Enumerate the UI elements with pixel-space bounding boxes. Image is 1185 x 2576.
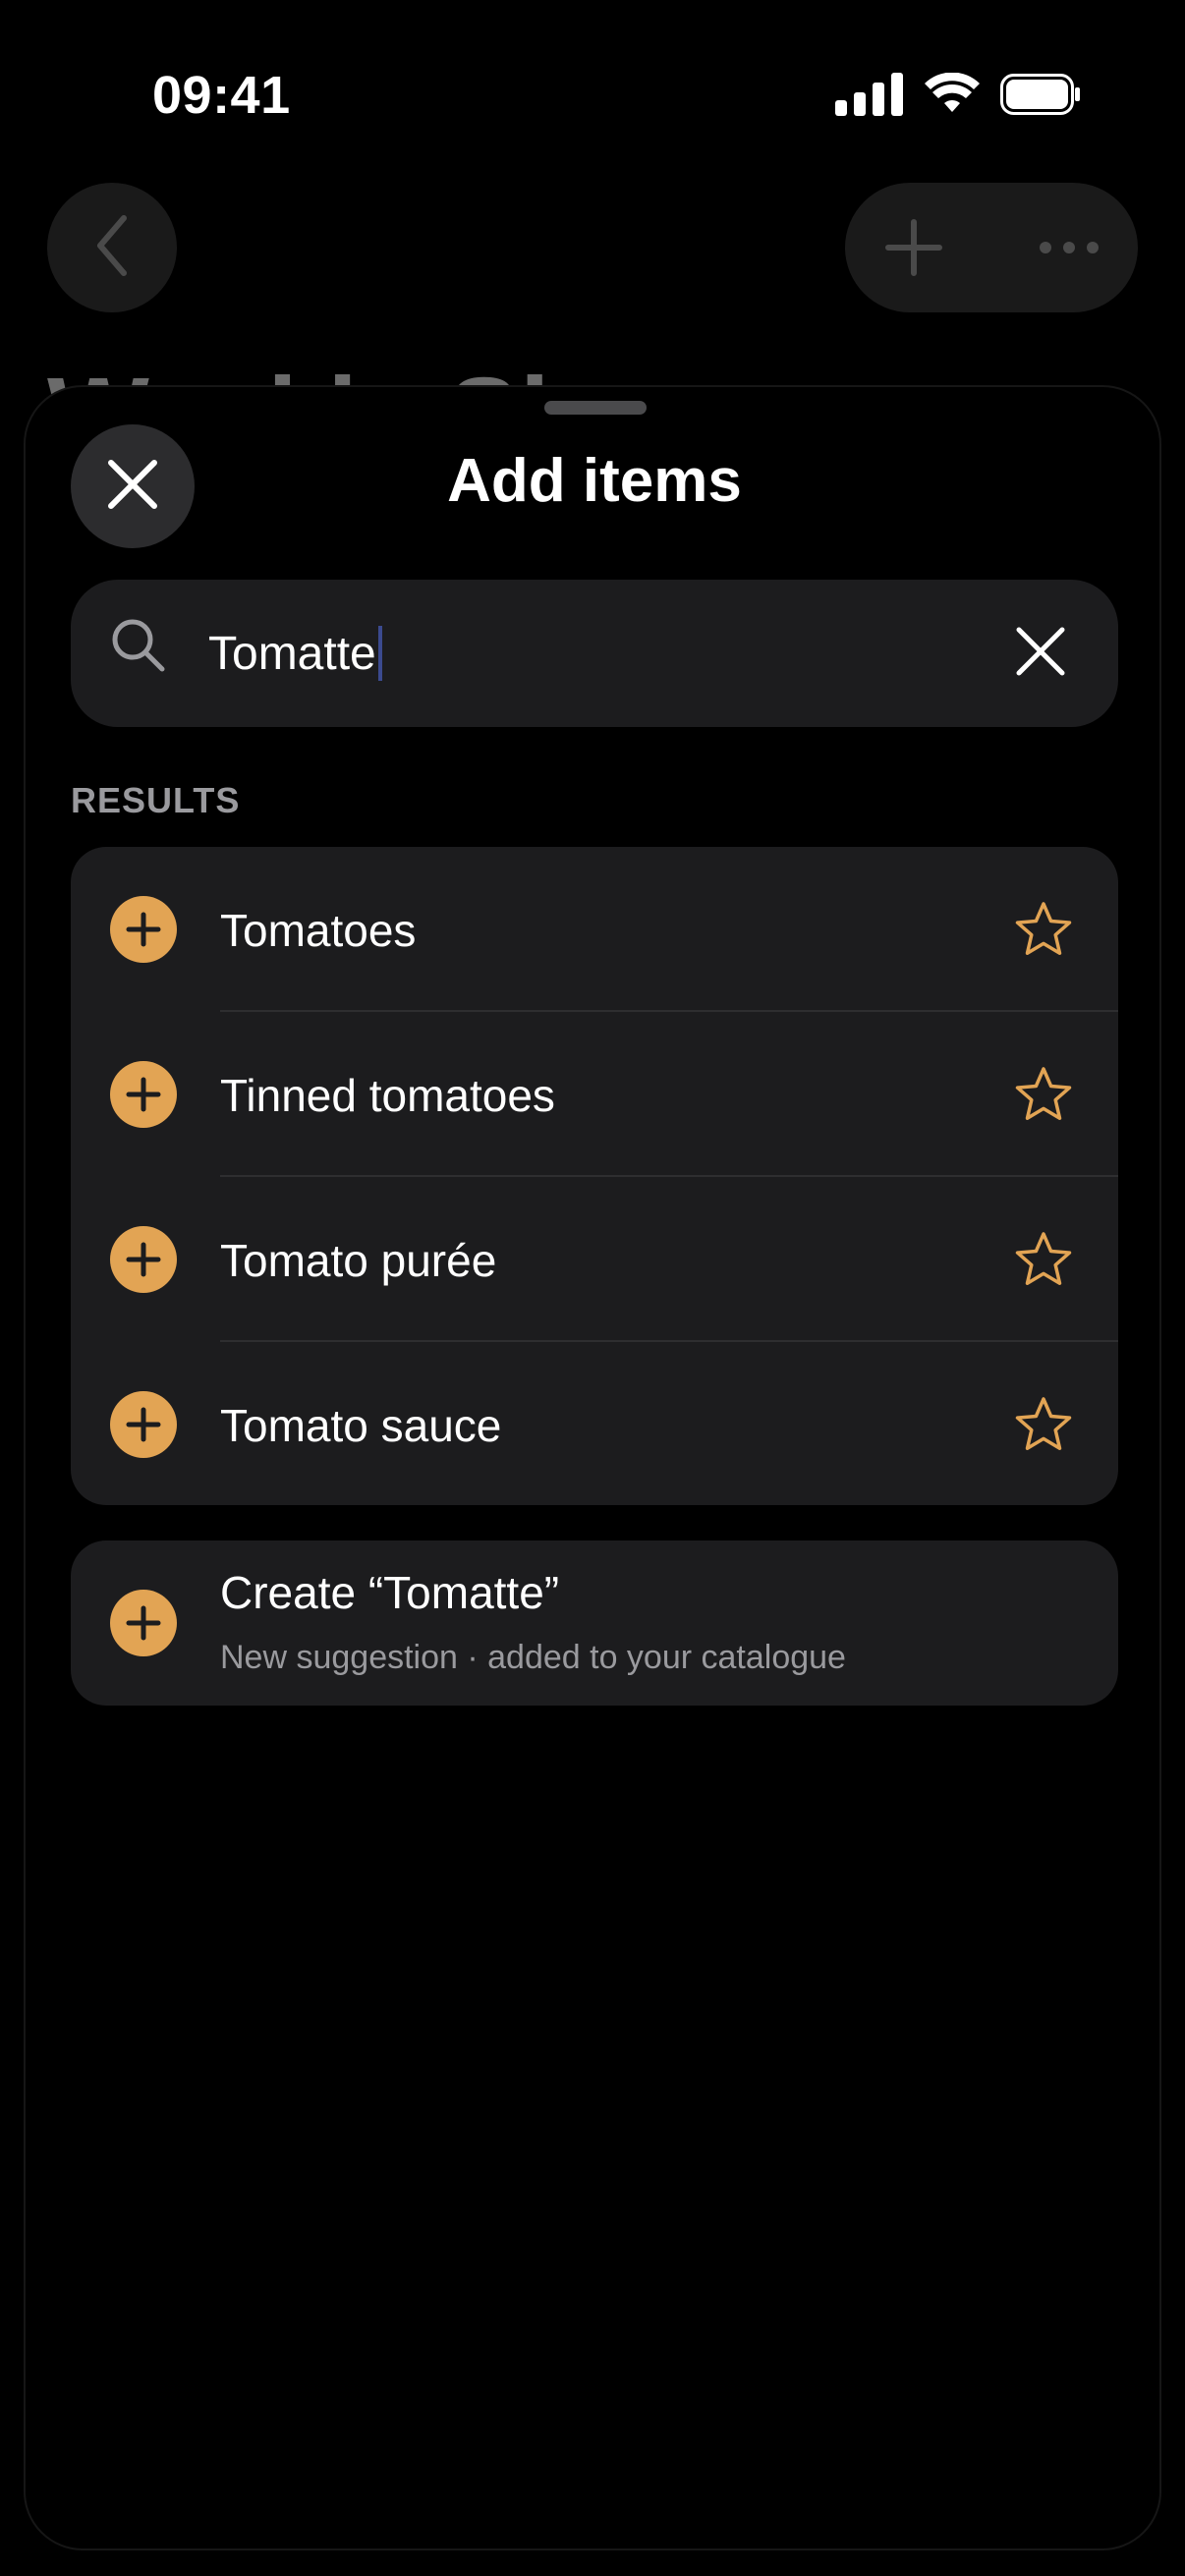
page-toolbar	[845, 183, 1138, 312]
star-icon	[1015, 1067, 1072, 1120]
create-item-subtitle: New suggestion · added to your catalogue	[220, 1639, 846, 1676]
plus-icon	[126, 1407, 161, 1442]
add-item-button[interactable]	[110, 1226, 177, 1293]
plus-icon	[126, 912, 161, 947]
add-items-sheet: Add items Tomatte RESULTS Tomatoes Tinne…	[24, 385, 1161, 2550]
result-row[interactable]: Tinned tomatoes	[71, 1012, 1118, 1177]
add-item-button[interactable]	[110, 896, 177, 963]
star-icon	[1015, 902, 1072, 955]
clear-icon	[1015, 626, 1066, 682]
back-button[interactable]	[47, 183, 177, 312]
text-caret	[377, 626, 382, 681]
result-row[interactable]: Tomato purée	[71, 1177, 1118, 1342]
sheet-grabber[interactable]	[544, 401, 647, 415]
favorite-button[interactable]	[1012, 1063, 1075, 1126]
star-icon	[1015, 1397, 1072, 1450]
result-label: Tomato purée	[220, 1235, 497, 1286]
search-clear-button[interactable]	[1008, 621, 1073, 686]
more-icon	[1040, 242, 1099, 253]
add-item-button[interactable]	[110, 1061, 177, 1128]
search-input-value: Tomatte	[208, 627, 376, 680]
favorite-button[interactable]	[1012, 898, 1075, 961]
plus-icon	[126, 1605, 161, 1641]
result-row[interactable]: Tomato sauce	[71, 1342, 1118, 1505]
result-row[interactable]: Tomatoes	[71, 847, 1118, 1012]
plus-icon	[126, 1077, 161, 1112]
search-input[interactable]: Tomatte	[208, 609, 975, 698]
result-label: Tomatoes	[220, 905, 417, 956]
results-section-header: RESULTS	[71, 780, 241, 820]
create-item-title: Create “Tomatte”	[220, 1567, 560, 1618]
plus-icon	[126, 1242, 161, 1277]
results-list: Tomatoes Tinned tomatoes Tomato purée To…	[71, 847, 1118, 1505]
add-item-button[interactable]	[110, 1391, 177, 1458]
sheet-title: Add items	[447, 447, 742, 515]
plus-icon	[885, 219, 942, 276]
result-label: Tomato sauce	[220, 1400, 502, 1451]
more-button[interactable]	[1038, 238, 1100, 262]
chevron-left-icon	[92, 214, 132, 282]
result-label: Tinned tomatoes	[220, 1070, 555, 1121]
add-button[interactable]	[882, 216, 945, 284]
create-item-row[interactable]: Create “Tomatte” New suggestion · added …	[71, 1540, 1118, 1706]
favorite-button[interactable]	[1012, 1228, 1075, 1291]
search-field[interactable]: Tomatte	[71, 580, 1118, 727]
star-icon	[1015, 1232, 1072, 1285]
search-icon	[110, 617, 167, 679]
create-item-button[interactable]	[110, 1590, 177, 1656]
favorite-button[interactable]	[1012, 1393, 1075, 1456]
